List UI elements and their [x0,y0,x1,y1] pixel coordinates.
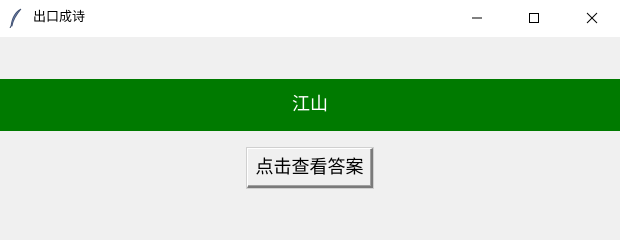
close-button[interactable] [563,0,620,37]
title-bar[interactable]: 出口成诗 [0,0,620,37]
close-icon [586,9,598,28]
minimize-icon [471,9,483,28]
app-window: 出口成诗 江山 点击查看答案 [0,0,620,226]
show-answer-button-label: 点击查看答案 [255,156,364,178]
feather-icon [9,8,23,29]
maximize-icon [528,9,540,28]
minimize-button[interactable] [448,0,506,37]
show-answer-button[interactable]: 点击查看答案 [247,148,373,188]
question-banner: 江山 [0,79,620,131]
window-title: 出口成诗 [33,10,86,25]
question-text: 江山 [292,94,328,115]
maximize-button[interactable] [505,0,563,37]
